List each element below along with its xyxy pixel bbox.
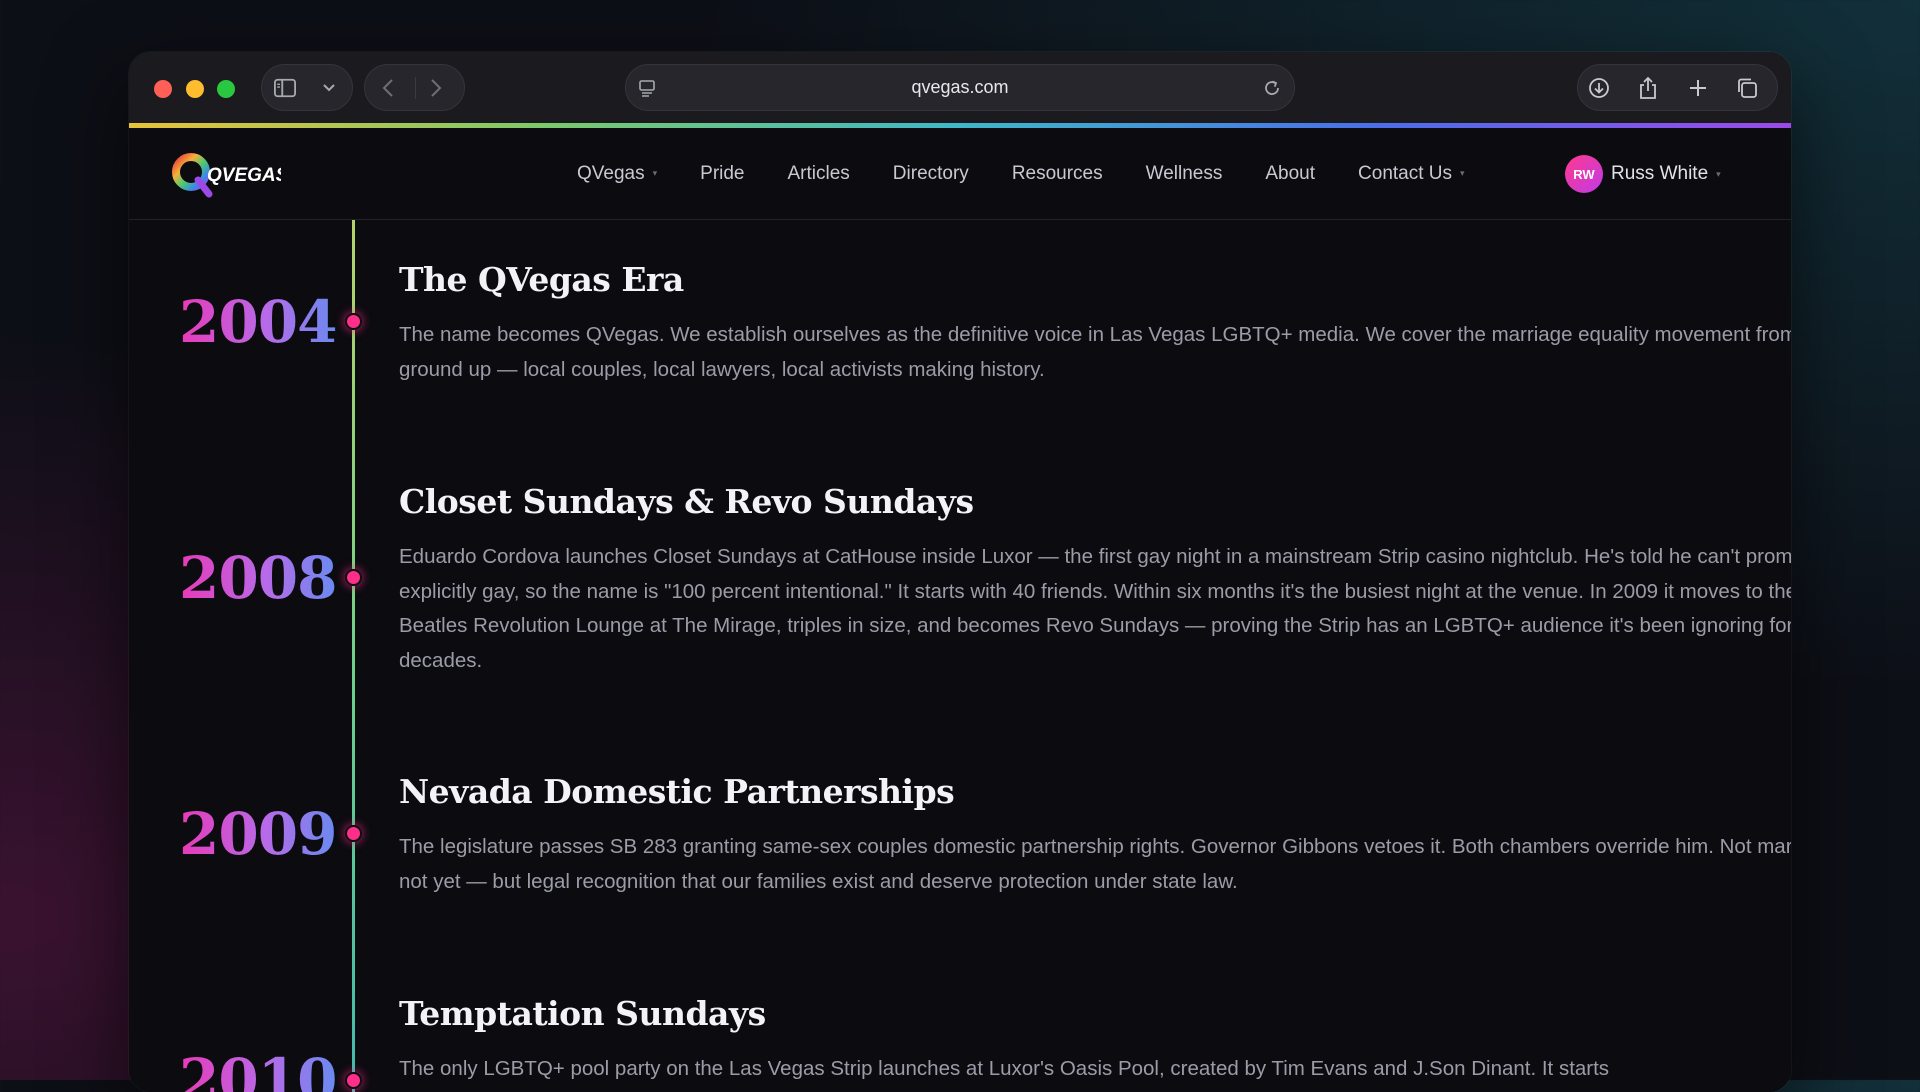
timeline-title: Temptation Sundays xyxy=(399,994,766,1033)
divider xyxy=(415,77,416,99)
minimize-window-button[interactable] xyxy=(186,80,204,98)
browser-toolbar: qvegas.com xyxy=(129,52,1791,123)
nav-item-articles[interactable]: Articles xyxy=(788,163,850,185)
timeline-section: 2004 The QVegas Era The name becomes QVe… xyxy=(129,220,1791,1092)
nav-item-pride[interactable]: Pride xyxy=(700,163,744,185)
timeline-title: Nevada Domestic Partnerships xyxy=(399,772,955,811)
browser-window: qvegas.com QVEGAS QVegas ▾ Pride Article… xyxy=(129,52,1791,1092)
close-window-button[interactable] xyxy=(154,80,172,98)
timeline-year: 2008 xyxy=(179,544,337,612)
forward-arrow-icon[interactable] xyxy=(425,77,447,99)
qvegas-logo[interactable]: QVEGAS xyxy=(171,150,281,198)
timeline-dot xyxy=(345,569,362,586)
timeline-year: 2010 xyxy=(179,1046,337,1092)
address-bar[interactable]: qvegas.com xyxy=(625,64,1295,111)
back-arrow-icon[interactable] xyxy=(377,77,399,99)
toolbar-actions-group xyxy=(1577,64,1778,111)
tab-overview-icon[interactable] xyxy=(1736,77,1758,99)
timeline-year: 2004 xyxy=(179,288,337,356)
timeline-text: The only LGBTQ+ pool party on the Las Ve… xyxy=(399,1057,1610,1080)
reload-icon[interactable] xyxy=(1261,77,1283,99)
new-tab-icon[interactable] xyxy=(1687,77,1709,99)
timeline-dot xyxy=(345,313,362,330)
sidebar-toggle-group xyxy=(261,64,353,111)
nav-item-resources[interactable]: Resources xyxy=(1012,163,1103,185)
svg-text:QVEGAS: QVEGAS xyxy=(207,165,281,186)
nav-item-contact-us[interactable]: Contact Us ▾ xyxy=(1358,163,1465,185)
url-text: qvegas.com xyxy=(911,77,1009,97)
timeline-year: 2009 xyxy=(179,800,337,868)
timeline-title: Closet Sundays & Revo Sundays xyxy=(399,482,974,521)
nav-item-directory[interactable]: Directory xyxy=(893,163,969,185)
sidebar-toggle-icon[interactable] xyxy=(274,77,296,99)
zoom-window-button[interactable] xyxy=(217,80,235,98)
timeline-title: The QVegas Era xyxy=(399,260,684,299)
timeline-dot xyxy=(345,1072,362,1089)
chevron-down-icon[interactable] xyxy=(318,77,340,99)
nav-item-qvegas[interactable]: QVegas ▾ xyxy=(577,163,657,185)
timeline-text: The name becomes QVegas. We establish ou… xyxy=(399,323,1791,381)
timeline-text: The legislature passes SB 283 granting s… xyxy=(399,835,1791,893)
nav-item-wellness[interactable]: Wellness xyxy=(1146,163,1223,185)
main-nav: QVegas ▾ Pride Articles Directory Resourc… xyxy=(577,128,1508,219)
share-icon[interactable] xyxy=(1637,76,1659,99)
user-menu[interactable]: RW Russ White ▾ xyxy=(1565,154,1721,194)
nav-item-about[interactable]: About xyxy=(1265,163,1315,185)
user-name: Russ White xyxy=(1611,163,1709,184)
timeline-dot xyxy=(345,825,362,842)
downloads-icon[interactable] xyxy=(1588,77,1610,99)
caret-down-icon: ▾ xyxy=(1716,168,1721,179)
site-header: QVEGAS QVegas ▾ Pride Articles Directory … xyxy=(129,128,1791,220)
caret-down-icon: ▾ xyxy=(1460,168,1465,178)
history-nav-group xyxy=(364,64,465,111)
avatar: RW xyxy=(1565,155,1603,193)
timeline-line xyxy=(352,220,355,1092)
caret-down-icon: ▾ xyxy=(652,168,658,178)
timeline-text: Eduardo Cordova launches Closet Sundays … xyxy=(399,545,1791,672)
